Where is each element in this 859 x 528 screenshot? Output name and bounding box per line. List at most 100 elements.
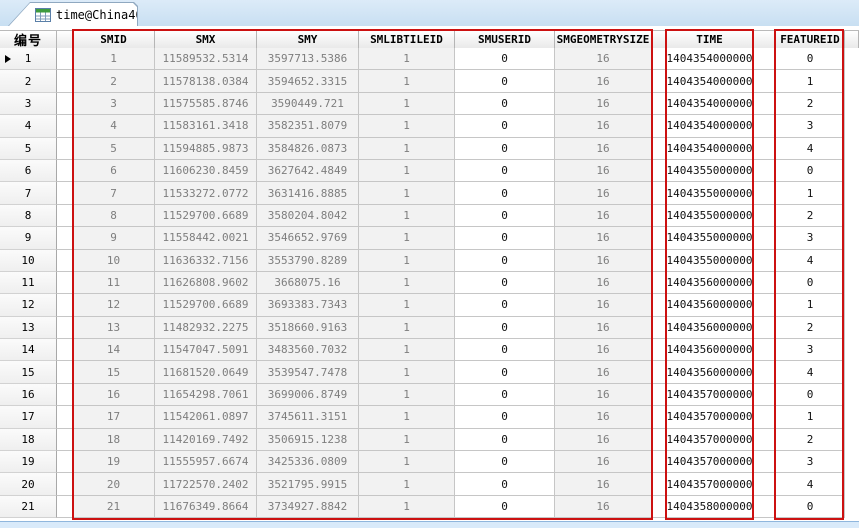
row-header[interactable]: 19 — [0, 451, 57, 474]
cell-smuserid[interactable]: 0 — [455, 249, 555, 272]
cell-smlibtileid[interactable]: 1 — [359, 383, 455, 407]
row-header[interactable]: 11 — [0, 271, 57, 295]
cell-featureid[interactable]: 3 — [776, 339, 845, 362]
cell-smlibtileid[interactable]: 1 — [359, 249, 455, 272]
cell-featureid[interactable]: 1 — [776, 70, 845, 93]
cell-featureid[interactable]: 4 — [776, 137, 845, 160]
cell-featureid[interactable]: 3 — [776, 227, 845, 250]
cell-time[interactable]: 1404357000000 — [667, 383, 753, 407]
cell-smlibtileid[interactable]: 1 — [359, 182, 455, 205]
cell-smx[interactable]: 11676349.8664 — [155, 495, 257, 519]
cell-smid[interactable]: 13 — [73, 316, 155, 340]
cell-smid[interactable]: 14 — [73, 339, 155, 362]
tab-time-china400[interactable]: time@China400 — [8, 2, 138, 26]
cell-smid[interactable]: 18 — [73, 428, 155, 452]
cell-smgeometrysize[interactable]: 16 — [555, 451, 652, 474]
cell-featureid[interactable]: 0 — [776, 48, 845, 71]
cell-smid[interactable]: 11 — [73, 271, 155, 295]
cell-smy[interactable]: 3584826.0873 — [257, 137, 359, 160]
cell-smy[interactable]: 3631416.8885 — [257, 182, 359, 205]
cell-featureid[interactable]: 3 — [776, 115, 845, 138]
column-header-smx[interactable]: SMX — [155, 31, 257, 49]
cell-featureid[interactable]: 4 — [776, 473, 845, 496]
cell-smuserid[interactable]: 0 — [455, 473, 555, 496]
cell-smx[interactable]: 11482932.2275 — [155, 316, 257, 340]
column-header-smgeometrysize[interactable]: SMGEOMETRYSIZE — [555, 31, 652, 49]
row-header[interactable]: 13 — [0, 316, 57, 340]
cell-smuserid[interactable]: 0 — [455, 159, 555, 183]
cell-smuserid[interactable]: 0 — [455, 406, 555, 429]
cell-smuserid[interactable]: 0 — [455, 294, 555, 317]
cell-featureid[interactable]: 3 — [776, 451, 845, 474]
cell-featureid[interactable]: 2 — [776, 204, 845, 228]
cell-featureid[interactable]: 2 — [776, 428, 845, 452]
cell-smid[interactable]: 1 — [73, 48, 155, 71]
cell-time[interactable]: 1404354000000 — [667, 70, 753, 93]
cell-smlibtileid[interactable]: 1 — [359, 271, 455, 295]
row-header[interactable]: 17 — [0, 406, 57, 429]
row-header[interactable]: 9 — [0, 227, 57, 250]
cell-smuserid[interactable]: 0 — [455, 70, 555, 93]
cell-smid[interactable]: 9 — [73, 227, 155, 250]
cell-featureid[interactable]: 2 — [776, 92, 845, 116]
cell-smlibtileid[interactable]: 1 — [359, 495, 455, 519]
cell-smx[interactable]: 11529700.6689 — [155, 204, 257, 228]
cell-smuserid[interactable]: 0 — [455, 428, 555, 452]
cell-smuserid[interactable]: 0 — [455, 383, 555, 407]
cell-smx[interactable]: 11555957.6674 — [155, 451, 257, 474]
cell-featureid[interactable]: 1 — [776, 406, 845, 429]
cell-smgeometrysize[interactable]: 16 — [555, 182, 652, 205]
cell-smy[interactable]: 3425336.0809 — [257, 451, 359, 474]
cell-smy[interactable]: 3734927.8842 — [257, 495, 359, 519]
cell-smgeometrysize[interactable]: 16 — [555, 495, 652, 519]
cell-smy[interactable]: 3590449.721 — [257, 92, 359, 116]
cell-smid[interactable]: 12 — [73, 294, 155, 317]
cell-smx[interactable]: 11626808.9602 — [155, 271, 257, 295]
cell-smgeometrysize[interactable]: 16 — [555, 361, 652, 384]
cell-time[interactable]: 1404356000000 — [667, 271, 753, 295]
cell-smgeometrysize[interactable]: 16 — [555, 316, 652, 340]
column-header-time[interactable]: TIME — [667, 31, 753, 49]
row-header[interactable]: 4 — [0, 115, 57, 138]
cell-smid[interactable]: 16 — [73, 383, 155, 407]
cell-smgeometrysize[interactable]: 16 — [555, 294, 652, 317]
cell-smuserid[interactable]: 0 — [455, 495, 555, 519]
cell-smgeometrysize[interactable]: 16 — [555, 339, 652, 362]
cell-smy[interactable]: 3668075.16 — [257, 271, 359, 295]
cell-smy[interactable]: 3699006.8749 — [257, 383, 359, 407]
column-header-smuserid[interactable]: SMUSERID — [455, 31, 555, 49]
cell-smx[interactable]: 11558442.0021 — [155, 227, 257, 250]
cell-smx[interactable]: 11542061.0897 — [155, 406, 257, 429]
cell-smlibtileid[interactable]: 1 — [359, 115, 455, 138]
row-header[interactable]: 5 — [0, 137, 57, 160]
row-header[interactable]: 15 — [0, 361, 57, 384]
column-header-featureid[interactable]: FEATUREID — [776, 31, 845, 49]
cell-smx[interactable]: 11583161.3418 — [155, 115, 257, 138]
cell-time[interactable]: 1404354000000 — [667, 115, 753, 138]
row-header[interactable]: 20 — [0, 473, 57, 496]
cell-time[interactable]: 1404355000000 — [667, 204, 753, 228]
cell-smlibtileid[interactable]: 1 — [359, 204, 455, 228]
row-header[interactable]: 7 — [0, 182, 57, 205]
cell-smgeometrysize[interactable]: 16 — [555, 271, 652, 295]
cell-smid[interactable]: 10 — [73, 249, 155, 272]
cell-smlibtileid[interactable]: 1 — [359, 294, 455, 317]
cell-smgeometrysize[interactable]: 16 — [555, 92, 652, 116]
column-header-smid[interactable]: SMID — [73, 31, 155, 49]
row-header[interactable]: 10 — [0, 249, 57, 272]
cell-featureid[interactable]: 0 — [776, 383, 845, 407]
cell-time[interactable]: 1404357000000 — [667, 473, 753, 496]
cell-time[interactable]: 1404355000000 — [667, 249, 753, 272]
cell-smgeometrysize[interactable]: 16 — [555, 115, 652, 138]
cell-smy[interactable]: 3693383.7343 — [257, 294, 359, 317]
cell-smlibtileid[interactable]: 1 — [359, 473, 455, 496]
cell-featureid[interactable]: 0 — [776, 271, 845, 295]
cell-smx[interactable]: 11575585.8746 — [155, 92, 257, 116]
row-header[interactable]: 18 — [0, 428, 57, 452]
cell-time[interactable]: 1404355000000 — [667, 227, 753, 250]
cell-smlibtileid[interactable]: 1 — [359, 451, 455, 474]
cell-smid[interactable]: 4 — [73, 115, 155, 138]
cell-smlibtileid[interactable]: 1 — [359, 137, 455, 160]
cell-smlibtileid[interactable]: 1 — [359, 361, 455, 384]
cell-smx[interactable]: 11420169.7492 — [155, 428, 257, 452]
